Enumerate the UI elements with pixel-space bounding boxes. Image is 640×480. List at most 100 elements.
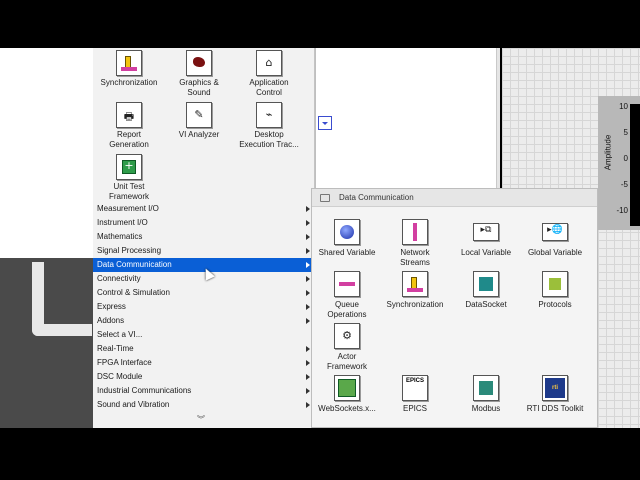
tile-label: Protocols [538, 300, 572, 309]
category-label: FPGA Interface [97, 358, 152, 367]
pin-icon[interactable] [320, 194, 330, 202]
palette-tile-graphics-sound[interactable]: Graphics & Sound [163, 50, 235, 98]
palette-tile-desktop-execution-trace[interactable]: ⌁ Desktop Execution Trac... [233, 102, 305, 150]
tile-label: Shared Variable [318, 248, 376, 257]
tile-label: Unit Test Framework [108, 182, 149, 201]
category-measurement-io[interactable]: Measurement I/O [93, 202, 315, 216]
tile-label: RTI DDS Toolkit [526, 404, 584, 413]
category-fpga-interface[interactable]: FPGA Interface [93, 356, 315, 370]
submenu-arrow-icon [306, 304, 310, 310]
synchronization-icon [402, 271, 428, 297]
category-mathematics[interactable]: Mathematics [93, 230, 315, 244]
tile-label: Synchronization [386, 300, 444, 309]
vi-analyzer-icon: ✎ [186, 102, 212, 128]
category-instrument-io[interactable]: Instrument I/O [93, 216, 315, 230]
submenu-arrow-icon [306, 318, 310, 324]
tile-label: VI Analyzer [178, 130, 220, 139]
category-signal-processing[interactable]: Signal Processing [93, 244, 315, 258]
subpalette-title: Data Communication [339, 193, 414, 202]
tile-label: Local Variable [460, 248, 512, 257]
submenu-arrow-icon [306, 234, 310, 240]
category-select-a-vi[interactable]: Select a VI... [93, 328, 315, 342]
chart-tick: 10 [619, 102, 628, 111]
palette-tile-vi-analyzer[interactable]: ✎ VI Analyzer [163, 102, 235, 140]
category-label: Measurement I/O [97, 204, 159, 213]
panel-scrollbar[interactable] [496, 48, 500, 188]
tile-label: Network Streams [400, 248, 430, 267]
subpalette-tile-network-streams[interactable]: Network Streams [379, 219, 451, 268]
submenu-arrow-icon [306, 388, 310, 394]
category-addons[interactable]: Addons [93, 314, 315, 328]
submenu-arrow-icon [306, 402, 310, 408]
decorative-shape [32, 262, 92, 336]
subpalette-tile-synchronization[interactable]: Synchronization [379, 271, 451, 310]
subpalette-tile-rti-dds-toolkit[interactable]: rti RTI DDS Toolkit [519, 375, 591, 414]
category-control-simulation[interactable]: Control & Simulation [93, 286, 315, 300]
subpalette-header: Data Communication [312, 189, 597, 207]
block-diagram-area [0, 48, 95, 258]
graphics-sound-icon [186, 50, 212, 76]
synchronization-icon [116, 50, 142, 76]
palette-tile-unit-test-framework[interactable]: + Unit Test Framework [93, 154, 165, 202]
palette-tile-synchronization[interactable]: Synchronization [93, 50, 165, 88]
shared-variable-icon [334, 219, 360, 245]
epics-icon: EPICS [402, 375, 428, 401]
palette-tile-report-generation[interactable]: 🖶 Report Generation [93, 102, 165, 150]
front-panel-strip [315, 48, 500, 188]
category-real-time[interactable]: Real-Time [93, 342, 315, 356]
category-express[interactable]: Express [93, 300, 315, 314]
front-panel-dark-area [0, 258, 95, 428]
screen-bottom-border [0, 428, 640, 480]
subpalette-tile-datasocket[interactable]: DataSocket [450, 271, 522, 310]
scroll-down-icon[interactable]: ︾ [197, 414, 205, 425]
chart-tick: -10 [616, 206, 628, 215]
subpalette-tile-epics[interactable]: EPICS EPICS [379, 375, 451, 414]
tile-label: WebSockets.x... [318, 404, 376, 413]
subpalette-tile-actor-framework[interactable]: ⚙ Actor Framework [311, 323, 383, 372]
category-label: Sound and Vibration [97, 400, 170, 409]
application-control-icon: ⌂ [256, 50, 282, 76]
submenu-arrow-icon [306, 276, 310, 282]
screen-top-border [0, 0, 640, 48]
subpalette-tile-global-variable[interactable]: ▸🌐 Global Variable [519, 219, 591, 258]
subpalette-tile-protocols[interactable]: Protocols [519, 271, 591, 310]
category-list: Measurement I/O Instrument I/O Mathemati… [93, 202, 315, 412]
palette-tile-application-control[interactable]: ⌂ Application Control [233, 50, 305, 98]
actor-framework-icon: ⚙ [334, 323, 360, 349]
report-generation-icon: 🖶 [116, 102, 142, 128]
rti-dds-toolkit-icon: rti [542, 375, 568, 401]
ring-control[interactable] [318, 116, 332, 130]
category-industrial-communications[interactable]: Industrial Communications [93, 384, 315, 398]
category-label: Signal Processing [97, 246, 162, 255]
subpalette-tile-websockets[interactable]: WebSockets.x... [311, 375, 383, 414]
chart-y-label: Amplitude [603, 134, 613, 171]
unit-test-framework-icon: + [116, 154, 142, 180]
submenu-arrow-icon [306, 206, 310, 212]
tile-label: Synchronization [100, 78, 158, 87]
tile-label: Queue Operations [327, 300, 367, 319]
submenu-arrow-icon [306, 374, 310, 380]
category-label: Data Communication [97, 260, 172, 269]
category-label: Connectivity [97, 274, 141, 283]
network-streams-icon [402, 219, 428, 245]
category-sound-and-vibration[interactable]: Sound and Vibration [93, 398, 315, 412]
category-label: Instrument I/O [97, 218, 148, 227]
local-variable-icon: ▸⧉ [473, 223, 499, 241]
tile-label: Report Generation [109, 130, 149, 149]
tile-label: Application Control [249, 78, 289, 97]
category-label: DSC Module [97, 372, 143, 381]
category-dsc-module[interactable]: DSC Module [93, 370, 315, 384]
submenu-arrow-icon [306, 360, 310, 366]
chart-tick: 5 [623, 128, 628, 137]
chart-tick: 0 [623, 154, 628, 163]
queue-operations-icon [334, 271, 360, 297]
subpalette-tile-modbus[interactable]: Modbus [450, 375, 522, 414]
subpalette-tile-shared-variable[interactable]: Shared Variable [311, 219, 383, 258]
category-label: Select a VI... [97, 330, 143, 339]
submenu-arrow-icon [306, 290, 310, 296]
submenu-arrow-icon [306, 346, 310, 352]
submenu-arrow-icon [306, 220, 310, 226]
tile-label: EPICS [402, 404, 427, 413]
subpalette-tile-local-variable[interactable]: ▸⧉ Local Variable [450, 219, 522, 258]
subpalette-tile-queue-operations[interactable]: Queue Operations [311, 271, 383, 320]
